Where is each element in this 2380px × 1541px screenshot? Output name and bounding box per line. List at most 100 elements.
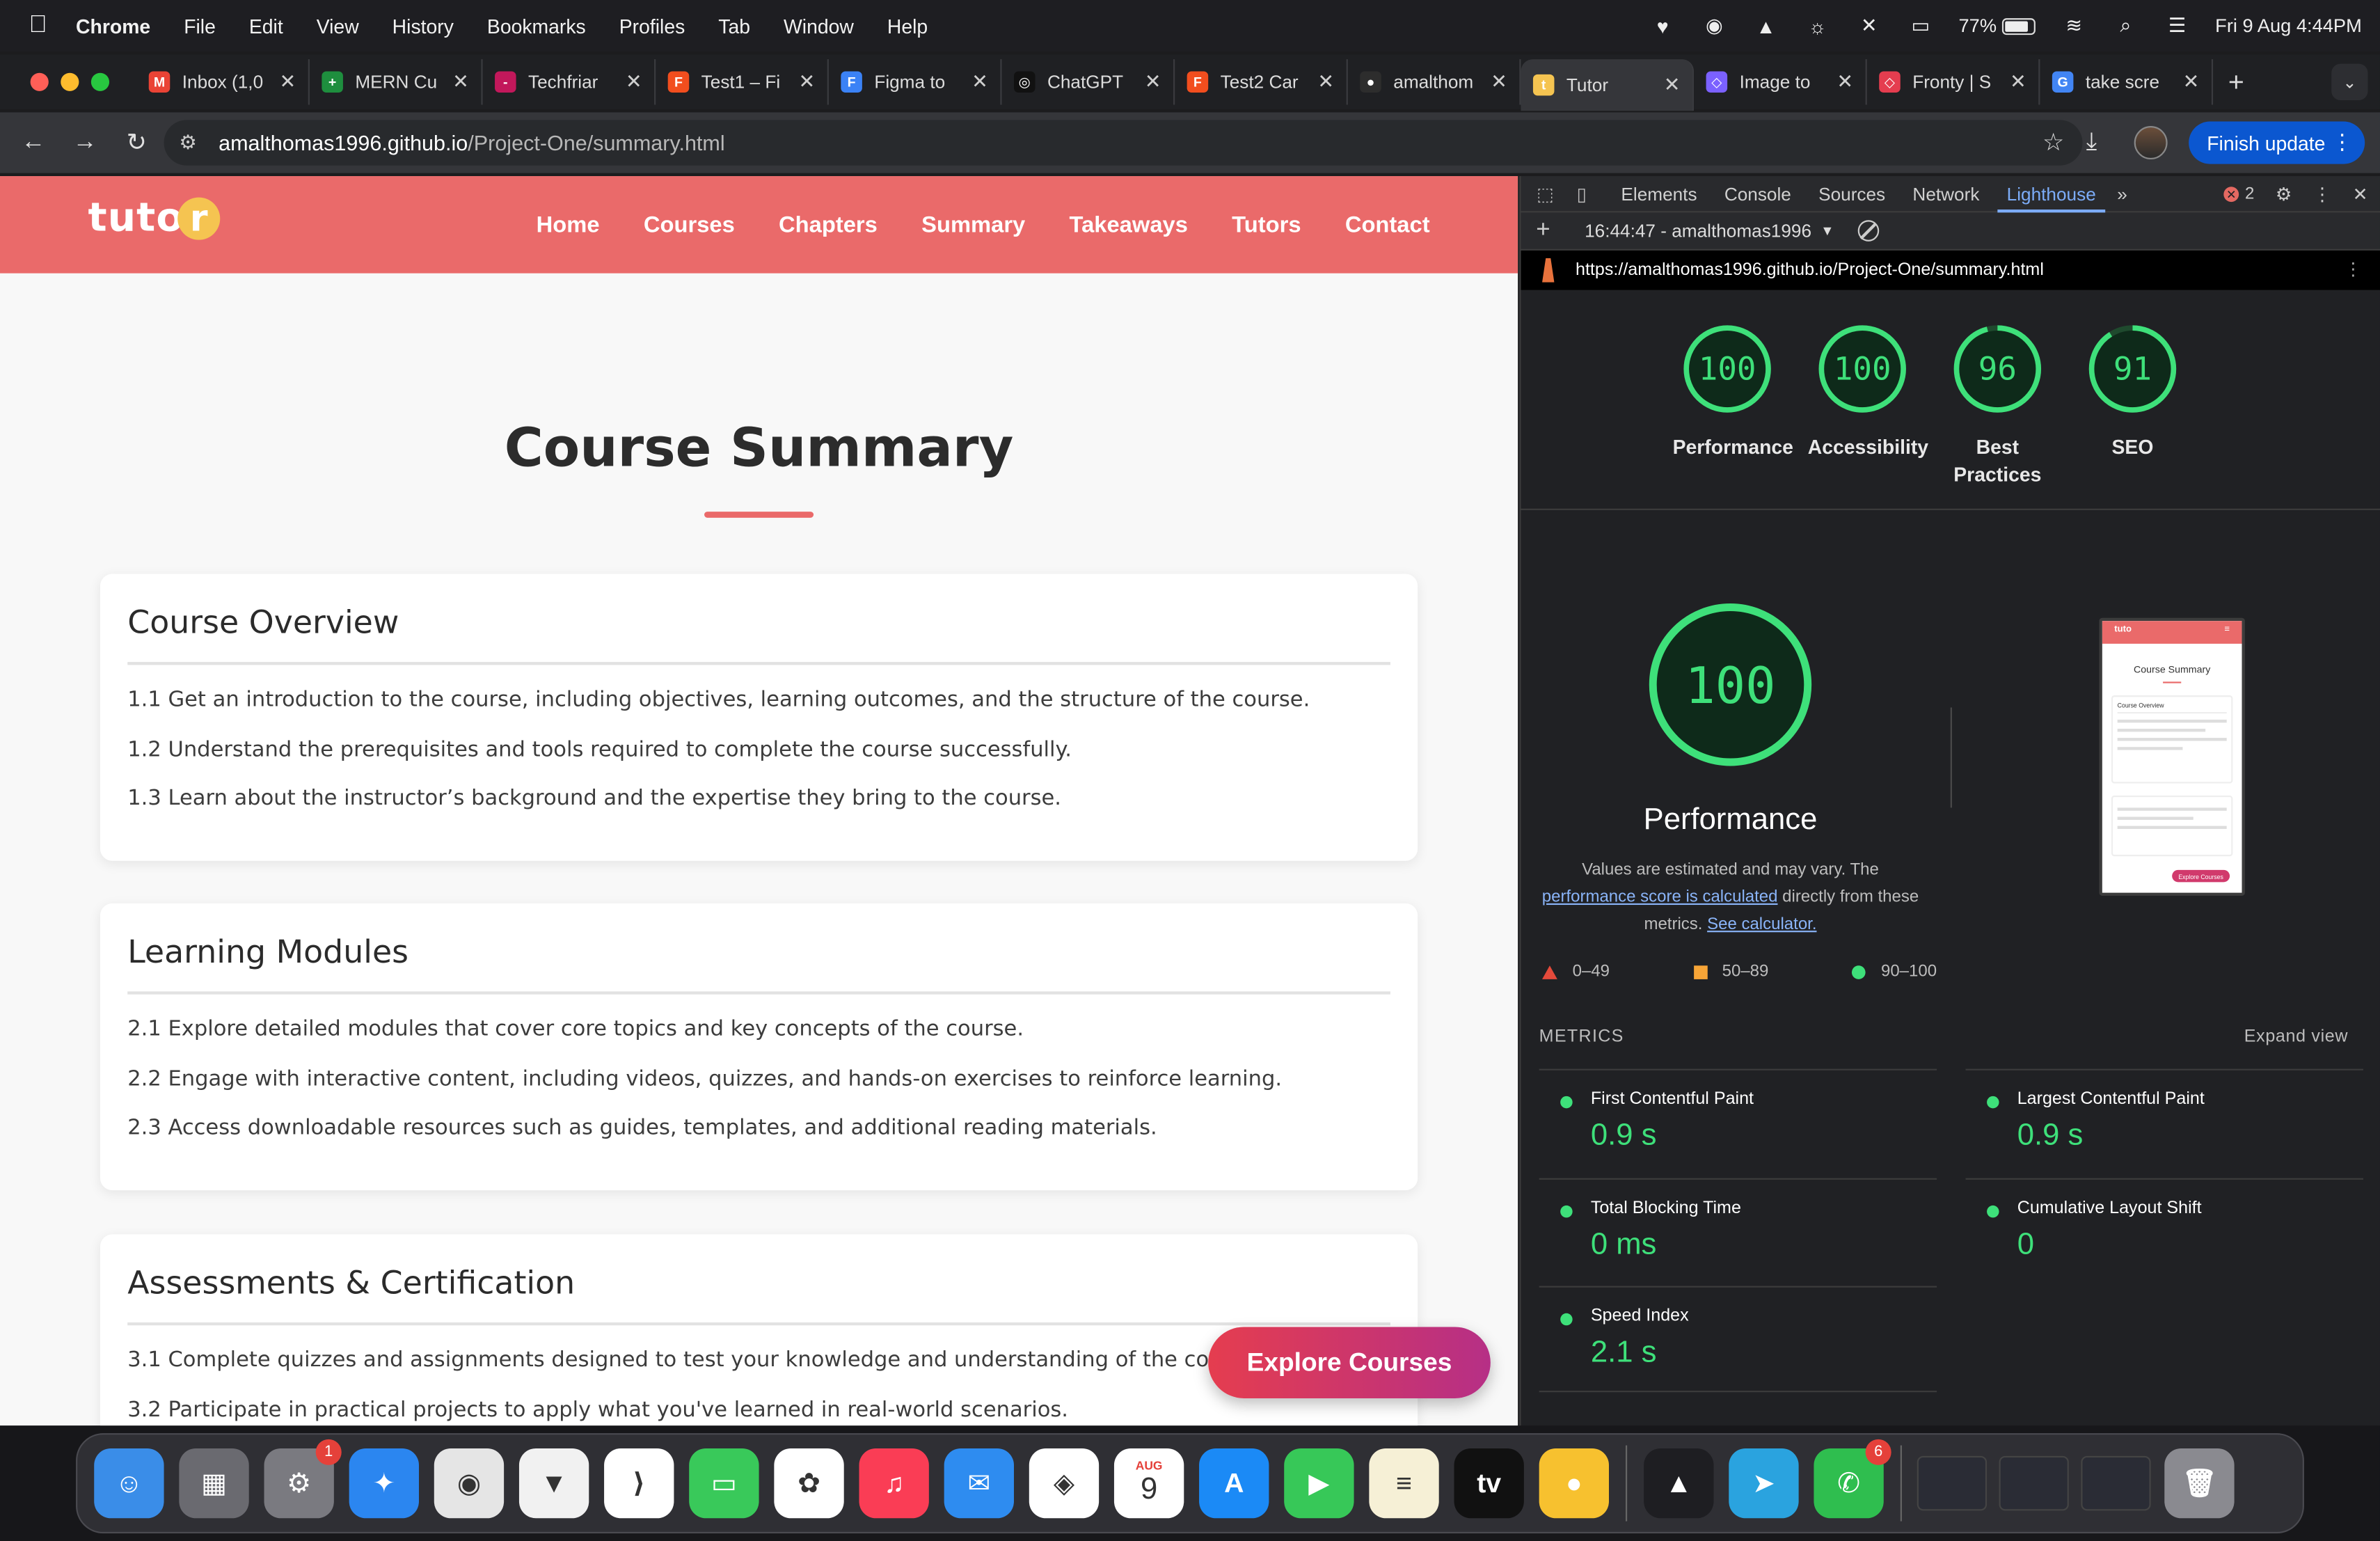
tab-close-icon[interactable]: ✕ <box>1664 73 1681 97</box>
tab-close-icon[interactable]: ✕ <box>1317 70 1334 94</box>
report-url[interactable]: https://amalthomas1996.github.io/Project… <box>1576 261 2044 279</box>
tab-sources[interactable]: Sources <box>1818 176 1885 212</box>
browser-tab[interactable]: ◇ Image to ✕ <box>1694 59 1867 105</box>
nav-chapters[interactable]: Chapters <box>779 212 878 237</box>
tab-close-icon[interactable]: ✕ <box>626 70 642 94</box>
tab-close-icon[interactable]: ✕ <box>2010 70 2026 94</box>
score-gauge[interactable]: 100 Accessibility <box>1808 324 1928 489</box>
trash-icon[interactable]: 🗑 <box>2164 1448 2235 1519</box>
tab-close-icon[interactable]: ✕ <box>452 70 469 94</box>
minimize-window-button[interactable] <box>61 72 79 91</box>
control-center-icon[interactable]: ☰ <box>2164 14 2191 37</box>
back-button[interactable]: ← <box>12 122 54 164</box>
finder-icon[interactable]: ☺ <box>94 1448 164 1519</box>
tab-network[interactable]: Network <box>1912 176 1979 212</box>
nav-home[interactable]: Home <box>537 212 600 237</box>
system-settings-icon[interactable]: ⚙ 1 <box>264 1439 342 1519</box>
safari-icon[interactable]: ✦ <box>349 1448 419 1519</box>
page-screenshot-thumbnail[interactable]: tuto ≡ Course Summary Course Overview Ex… <box>2099 617 2245 896</box>
zoom-window-button[interactable] <box>90 72 110 91</box>
wifi-icon[interactable]: ≋ <box>2061 14 2088 37</box>
more-tabs-icon[interactable]: » <box>2117 176 2127 212</box>
launchpad-icon[interactable]: ▦ <box>179 1448 249 1519</box>
notes-icon[interactable]: ≡ <box>1369 1448 1439 1519</box>
apple-icon[interactable]:  <box>24 12 51 39</box>
browser-tab[interactable]: ◎ ChatGPT ✕ <box>1002 59 1175 105</box>
tab-close-icon[interactable]: ✕ <box>1836 70 1853 94</box>
browser-tab[interactable]: ● amalthom ✕ <box>1348 59 1521 105</box>
profile-avatar[interactable] <box>2134 126 2168 160</box>
site-logo[interactable]: tuto r <box>88 196 221 242</box>
telegram-icon[interactable]: ➤ <box>1729 1448 1799 1519</box>
menu-edit[interactable]: Edit <box>249 15 283 38</box>
clear-reports-icon[interactable] <box>1858 220 1880 242</box>
tab-console[interactable]: Console <box>1724 176 1791 212</box>
minimized-window-thumbnail[interactable] <box>1917 1455 1988 1511</box>
chevron-down-icon[interactable]: ▼ <box>1820 223 1834 239</box>
mute-icon[interactable]: ✕ <box>1855 14 1882 37</box>
tab-lighthouse[interactable]: Lighthouse <box>1997 176 2105 212</box>
menu-bookmarks[interactable]: Bookmarks <box>487 15 586 38</box>
browser-tab[interactable]: + MERN Cu ✕ <box>310 59 483 105</box>
menu-help[interactable]: Help <box>887 15 928 38</box>
photos-icon[interactable]: ✿ <box>774 1448 844 1519</box>
messages-icon[interactable]: ▭ <box>689 1448 759 1519</box>
menubar-clock[interactable]: Fri 9 Aug 4:44PM <box>2215 15 2362 37</box>
nav-courses[interactable]: Courses <box>644 212 735 237</box>
download-icon[interactable]: ⤓ <box>2070 122 2113 164</box>
browser-tab[interactable]: ◇ Fronty | S ✕ <box>1867 59 2040 105</box>
menu-history[interactable]: History <box>392 15 454 38</box>
browser-tab[interactable]: F Figma to ✕ <box>829 59 1002 105</box>
browser-tab[interactable]: Gtake scre ✕ <box>2040 59 2214 105</box>
explore-courses-button[interactable]: Explore Courses <box>1208 1327 1491 1398</box>
brave-icon[interactable]: ▼ <box>518 1448 589 1519</box>
menu-view[interactable]: View <box>317 15 359 38</box>
nav-tutors[interactable]: Tutors <box>1232 212 1301 237</box>
battery-indicator[interactable]: 77% <box>1958 15 2036 36</box>
inspect-element-icon[interactable]: ⬚ <box>1533 182 1557 206</box>
tab-elements[interactable]: Elements <box>1621 176 1697 212</box>
new-report-icon[interactable]: + <box>1536 217 1560 244</box>
device-toolbar-icon[interactable]: ▯ <box>1569 182 1594 206</box>
site-info-icon[interactable]: ⚙ <box>179 131 196 155</box>
error-badge[interactable]: ✕ 2 <box>2223 185 2254 203</box>
vlc-icon[interactable]: ▲ <box>1644 1448 1714 1519</box>
menu-tab[interactable]: Tab <box>718 15 750 38</box>
menu-profiles[interactable]: Profiles <box>619 15 685 38</box>
new-tab-button[interactable]: + <box>2228 66 2244 98</box>
mail-icon[interactable]: ✉ <box>944 1448 1014 1519</box>
tab-close-icon[interactable]: ✕ <box>280 70 296 94</box>
facetime-icon[interactable]: ▶ <box>1284 1448 1354 1519</box>
score-gauge[interactable]: 91 SEO <box>2078 324 2187 489</box>
tab-close-icon[interactable]: ✕ <box>2183 70 2200 94</box>
bookmark-star-icon[interactable]: ☆ <box>2042 127 2064 158</box>
vlc-status-icon[interactable]: ▲ <box>1752 15 1779 38</box>
nav-summary[interactable]: Summary <box>921 212 1025 237</box>
apple-tv-icon[interactable]: tv <box>1454 1448 1524 1519</box>
see-calculator-link[interactable]: See calculator. <box>1707 915 1816 933</box>
report-selector[interactable]: 16:44:47 - amalthomas1996 <box>1585 220 1811 242</box>
chrome-menu-icon[interactable]: ⋮ <box>2331 129 2353 155</box>
browser-tab[interactable]: F Test1 – Fi ✕ <box>656 59 829 105</box>
nav-contact[interactable]: Contact <box>1345 212 1430 237</box>
finish-update-button[interactable]: Finish update ⋮ <box>2189 121 2365 164</box>
expand-view-toggle[interactable]: Expand view <box>2244 1028 2348 1046</box>
settings-gear-icon[interactable]: ⚙ <box>2276 184 2292 205</box>
tab-close-icon[interactable]: ✕ <box>1145 70 1161 94</box>
score-gauge[interactable]: 100 Performance <box>1673 324 1793 489</box>
compass-icon[interactable]: ◉ <box>1701 14 1728 37</box>
nav-takeaways[interactable]: Takeaways <box>1070 212 1188 237</box>
chrome-icon[interactable]: ◉ <box>434 1448 505 1519</box>
music-icon[interactable]: ♫ <box>859 1448 929 1519</box>
devtools-menu-icon[interactable]: ⋮ <box>2313 184 2331 205</box>
tab-close-icon[interactable]: ✕ <box>1491 70 1507 94</box>
close-window-button[interactable] <box>30 72 49 91</box>
browser-tab[interactable]: M Inbox (1,0 ✕ <box>136 59 310 105</box>
close-devtools-icon[interactable]: ✕ <box>2353 184 2368 205</box>
menu-window[interactable]: Window <box>784 15 854 38</box>
menu-file[interactable]: File <box>184 15 216 38</box>
vpn-icon[interactable]: ♥ <box>1649 15 1676 38</box>
maps-icon[interactable]: ◈ <box>1029 1448 1100 1519</box>
vscode-icon[interactable]: ⟩ <box>604 1448 674 1519</box>
spotlight-search-icon[interactable]: ⌕ <box>2112 14 2139 37</box>
